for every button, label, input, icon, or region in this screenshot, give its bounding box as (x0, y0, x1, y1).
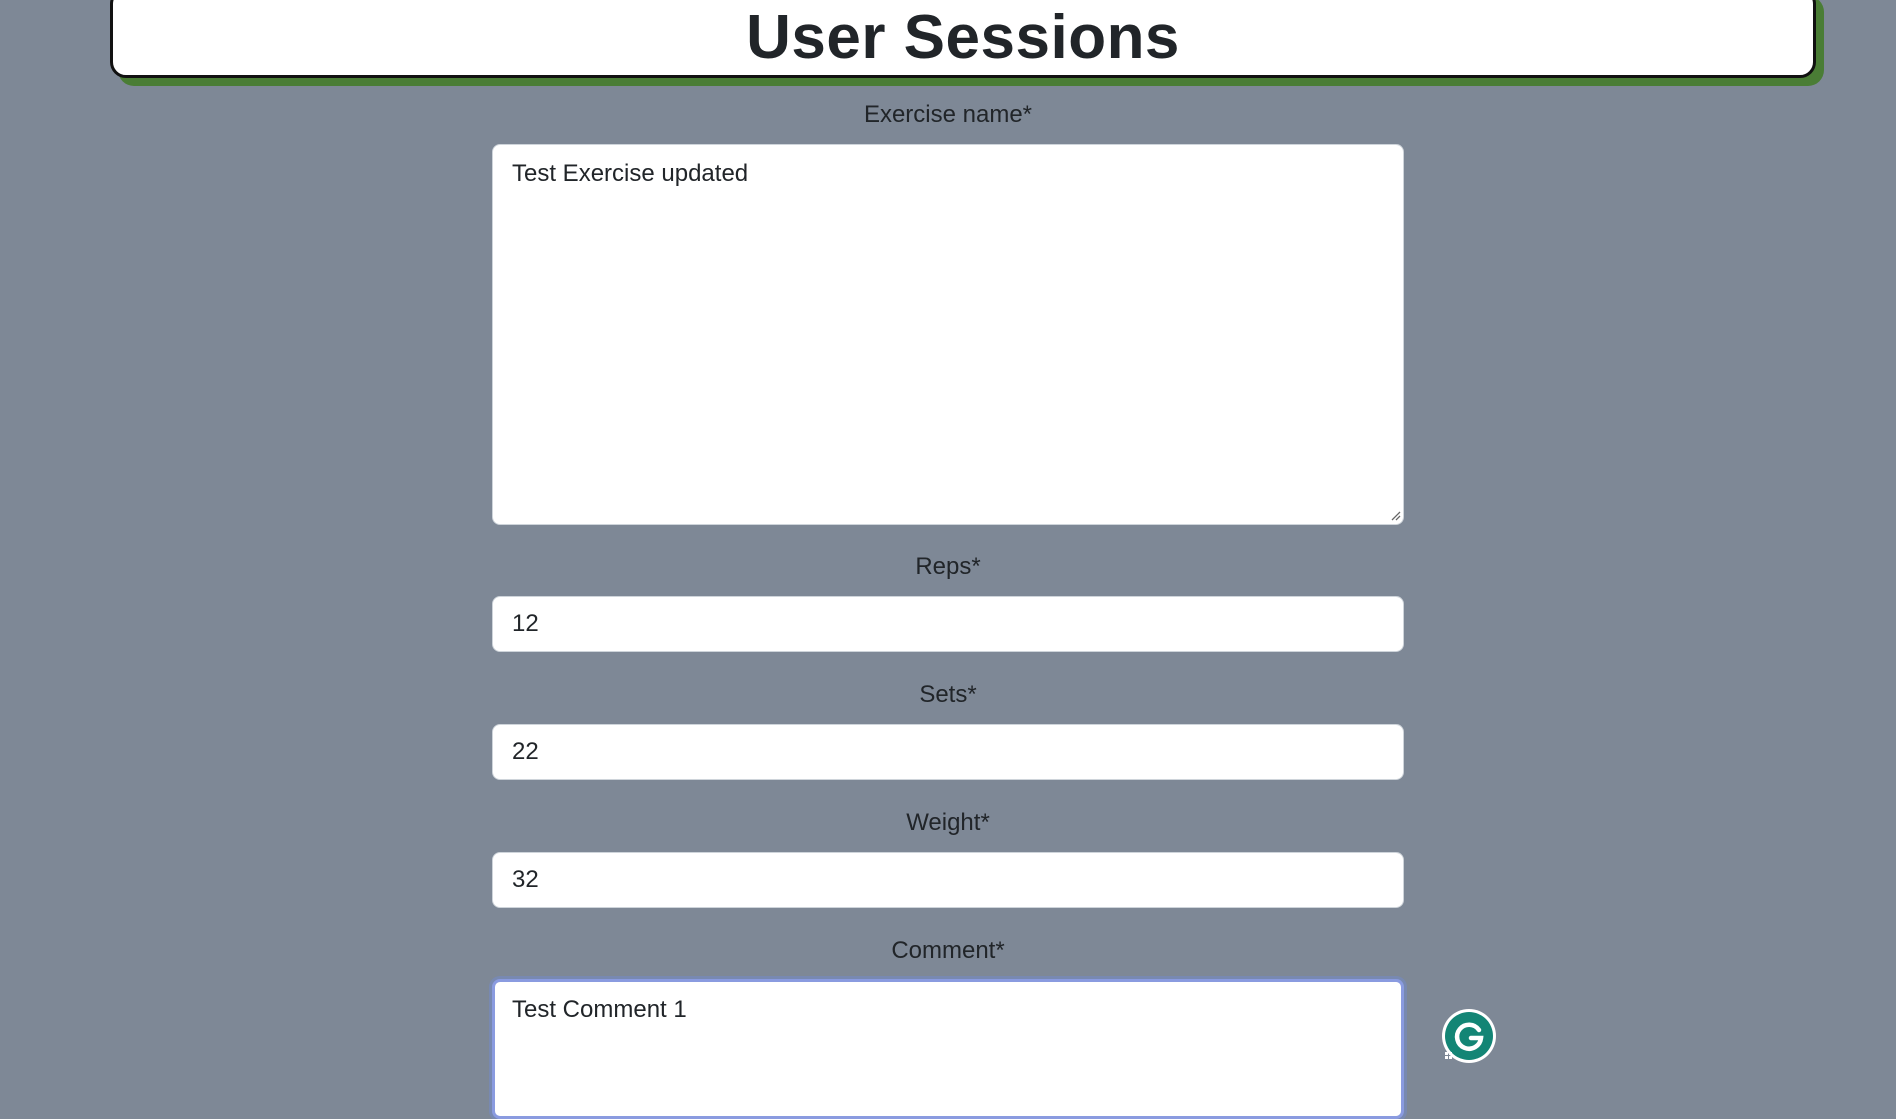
grammarly-logo-icon (1442, 1009, 1496, 1063)
resize-handle-icon[interactable] (1389, 509, 1401, 521)
comment-label: Comment* (891, 937, 1005, 964)
weight-label: Weight* (906, 809, 990, 836)
exercise-name-label: Exercise name* (863, 101, 1033, 128)
page-title: User Sessions (746, 2, 1180, 72)
exercise-name-textarea[interactable]: Test Exercise updated (492, 144, 1404, 525)
page-header: User Sessions (110, 0, 1816, 78)
sets-label: Sets* (919, 681, 977, 708)
grammarly-icon[interactable] (1441, 1008, 1497, 1064)
reps-label: Reps* (915, 553, 981, 580)
reps-input[interactable] (492, 596, 1404, 652)
sets-input[interactable] (492, 724, 1404, 780)
comment-textarea[interactable]: Test Comment 1 (492, 979, 1404, 1119)
weight-input[interactable] (492, 852, 1404, 908)
